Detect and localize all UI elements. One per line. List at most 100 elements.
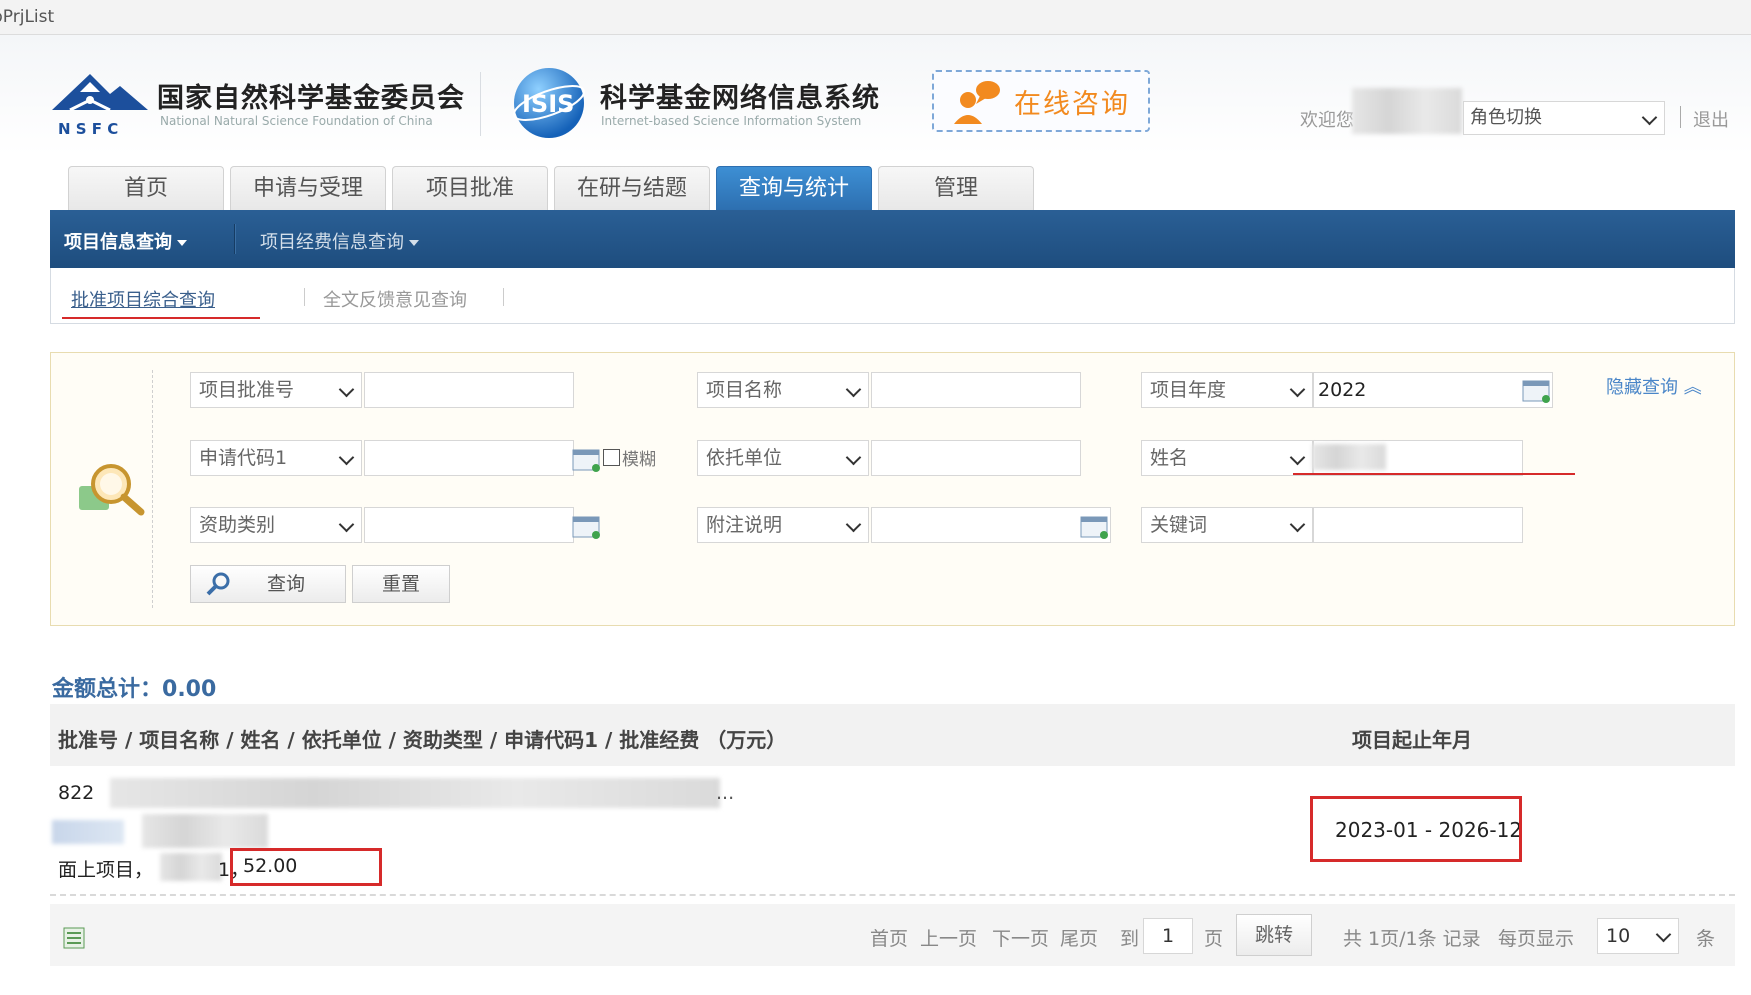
tab-approval[interactable]: 项目批准 — [392, 166, 548, 210]
apply-code-input[interactable] — [364, 440, 574, 476]
person-name-select[interactable]: 姓名 — [1141, 440, 1313, 476]
project-year-input[interactable]: 2022 — [1313, 372, 1553, 408]
annotation-box-amount — [230, 848, 382, 886]
apply-code-redacted — [160, 853, 222, 881]
header-divider — [480, 72, 481, 136]
approval-number-input[interactable] — [364, 372, 574, 408]
double-chevron-up-icon: ︽ — [1683, 377, 1702, 398]
project-name-select[interactable]: 项目名称 — [697, 372, 869, 408]
chevron-down-icon — [338, 516, 355, 533]
funding-category-select-label: 资助类别 — [199, 514, 276, 536]
apply-code-select-label: 申请代码1 — [199, 447, 288, 469]
calendar-picker-icon[interactable] — [1522, 378, 1552, 404]
next-page-link[interactable]: 下一页 — [992, 924, 1049, 951]
last-page-link[interactable]: 尾页 — [1060, 924, 1098, 951]
hide-query-label: 隐藏查询 — [1606, 377, 1678, 398]
fuzzy-checkbox[interactable] — [603, 449, 620, 466]
reset-button[interactable]: 重置 — [352, 565, 450, 603]
amount-total-label: 金额总计： — [52, 677, 163, 702]
approval-number-select-label: 项目批准号 — [199, 379, 295, 401]
consult-person-icon — [954, 81, 1000, 124]
prev-page-link[interactable]: 上一页 — [920, 924, 977, 951]
org-name-en: National Natural Science Foundation of C… — [160, 114, 433, 128]
amount-total: 金额总计：0.00 — [52, 671, 216, 703]
column-header-period: 项目起止年月 — [1352, 728, 1472, 752]
role-switch-select[interactable]: 角色切换 — [1463, 101, 1665, 135]
person-name-select-label: 姓名 — [1150, 447, 1189, 469]
tab-apply[interactable]: 申请与受理 — [230, 166, 386, 210]
institution-input[interactable] — [871, 440, 1081, 476]
annotation-underline-name — [1293, 473, 1575, 475]
window-title: bPrjList — [0, 7, 55, 27]
keyword-select[interactable]: 关键词 — [1141, 507, 1313, 543]
fuzzy-match-option[interactable]: 模糊 — [603, 445, 656, 470]
chevron-down-icon — [338, 449, 355, 466]
tab-ongoing[interactable]: 在研与结题 — [554, 166, 710, 210]
apply-code-select[interactable]: 申请代码1 — [190, 440, 362, 476]
project-name-input[interactable] — [871, 372, 1081, 408]
welcome-username-redacted — [1352, 88, 1462, 134]
per-page-unit: 条 — [1696, 928, 1716, 950]
approval-number-prefix: 822 — [58, 782, 95, 804]
subnav-divider — [234, 224, 236, 254]
approval-number-select[interactable]: 项目批准号 — [190, 372, 362, 408]
funding-category-select[interactable]: 资助类别 — [190, 507, 362, 543]
column-header-project-info: 批准号 / 项目名称 / 姓名 / 依托单位 / 资助类型 / 申请代码1 / … — [58, 728, 787, 752]
amount-total-value: 0.00 — [162, 677, 217, 702]
subnav-funding-info-query[interactable]: 项目经费信息查询 — [260, 228, 419, 254]
org-name-cn: 国家自然科学基金委员会 — [157, 83, 465, 114]
record-summary: 共 1页/1条 记录 — [1343, 928, 1481, 950]
keyword-input[interactable] — [1313, 507, 1523, 543]
person-link-redacted — [52, 820, 124, 844]
system-name-cn: 科学基金网络信息系统 — [600, 83, 880, 114]
institution-select[interactable]: 依托单位 — [697, 440, 869, 476]
tab-manage[interactable]: 管理 — [878, 166, 1034, 210]
annotation-underline — [62, 317, 260, 319]
institution-redacted — [142, 814, 268, 848]
isis-logo-text: ISIS — [522, 90, 574, 118]
results-table-header: 批准号 / 项目名称 / 姓名 / 依托单位 / 资助类型 / 申请代码1 / … — [50, 704, 1735, 767]
category-picker-icon[interactable] — [572, 514, 602, 540]
remark-select[interactable]: 附注说明 — [697, 507, 869, 543]
keyword-select-label: 关键词 — [1150, 514, 1208, 536]
role-switch-label: 角色切换 — [1470, 107, 1542, 128]
page-size-select[interactable]: 10 — [1597, 918, 1679, 954]
subtab-feedback-query[interactable]: 全文反馈意见查询 — [323, 286, 467, 312]
fuzzy-label: 模糊 — [622, 450, 656, 470]
title-ellipsis: ... — [716, 782, 735, 804]
sub-navigation-bar: 项目信息查询 项目经费信息查询 — [50, 210, 1735, 268]
query-button[interactable]: 查询 — [190, 565, 346, 603]
institution-select-label: 依托单位 — [706, 447, 783, 469]
project-year-select[interactable]: 项目年度 — [1141, 372, 1313, 408]
funding-category-input[interactable] — [364, 507, 574, 543]
chevron-down-icon — [1289, 516, 1306, 533]
remark-picker-icon[interactable] — [1080, 514, 1110, 540]
project-name-select-label: 项目名称 — [706, 379, 783, 401]
system-name-en: Internet-based Science Information Syste… — [601, 114, 862, 128]
per-page-label: 每页显示 — [1498, 928, 1575, 950]
page-size-value: 10 — [1606, 925, 1631, 947]
remark-input[interactable] — [871, 507, 1111, 543]
nsfc-abbr: N S F C — [58, 120, 118, 138]
hide-query-toggle[interactable]: 隐藏查询 ︽ — [1606, 373, 1702, 399]
chevron-down-icon — [1655, 926, 1672, 943]
logout-link[interactable]: 退出 — [1693, 106, 1729, 132]
export-excel-icon[interactable] — [62, 926, 86, 950]
first-page-link[interactable]: 首页 — [870, 924, 908, 951]
jump-button[interactable]: 跳转 — [1236, 914, 1312, 956]
page-number-input[interactable]: 1 — [1143, 918, 1193, 954]
tab-home[interactable]: 首页 — [68, 166, 224, 210]
isis-logo-icon: ISIS — [512, 68, 586, 138]
subtab-divider — [503, 288, 504, 306]
subtab-divider — [304, 288, 305, 306]
logout-divider — [1680, 106, 1681, 128]
welcome-text: 欢迎您 — [1300, 110, 1354, 131]
subtab-approved-project-query[interactable]: 批准项目综合查询 — [71, 286, 215, 312]
caret-down-icon — [177, 240, 187, 246]
code-picker-icon[interactable] — [572, 447, 602, 473]
tab-query-stats[interactable]: 查询与统计 — [716, 166, 872, 210]
main-tabs: 首页 申请与受理 项目批准 在研与结题 查询与统计 管理 — [68, 166, 1034, 210]
search-icon — [206, 572, 230, 596]
subnav-project-info-query[interactable]: 项目信息查询 — [64, 228, 187, 254]
online-consult-button[interactable]: 在线咨询 — [932, 70, 1150, 132]
